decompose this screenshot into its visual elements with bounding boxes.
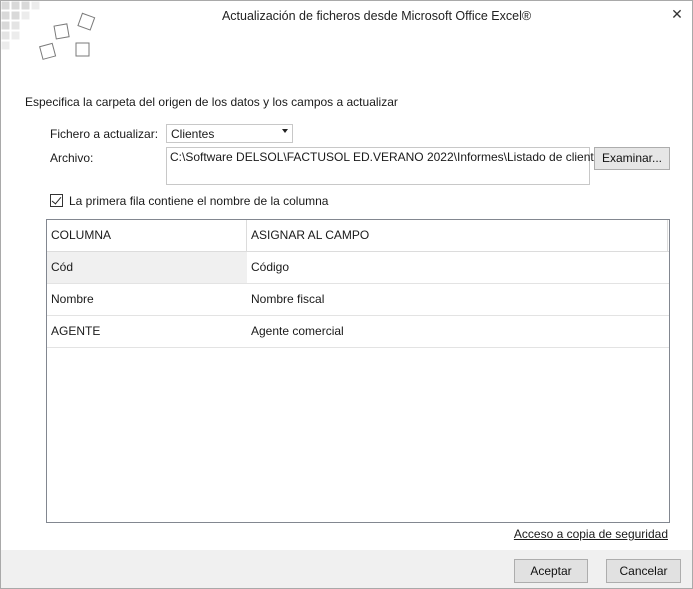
backup-access-link[interactable]: Acceso a copia de seguridad	[514, 527, 668, 541]
field-mapping-grid[interactable]: COLUMNA ASIGNAR AL CAMPO Cód Código Nomb…	[46, 219, 670, 523]
grid-cell-columna[interactable]: Cód	[47, 252, 247, 283]
archivo-path-value: C:\Software DELSOL\FACTUSOL ED.VERANO 20…	[170, 150, 633, 164]
grid-cell-columna[interactable]: Nombre	[47, 284, 247, 315]
close-icon[interactable]: ✕	[668, 5, 686, 23]
fichero-dropdown[interactable]: Clientes	[166, 124, 293, 143]
dialog-footer	[1, 550, 692, 588]
section-instruction: Especifica la carpeta del origen de los …	[25, 95, 398, 109]
grid-cell-columna[interactable]: AGENTE	[47, 316, 247, 347]
archivo-label: Archivo:	[50, 151, 94, 165]
archivo-path-field[interactable]: C:\Software DELSOL\FACTUSOL ED.VERANO 20…	[166, 147, 632, 185]
fichero-label: Fichero a actualizar:	[50, 127, 159, 141]
table-row[interactable]: Cód Código	[47, 252, 669, 284]
grid-header-row: COLUMNA ASIGNAR AL CAMPO	[47, 220, 669, 252]
table-row[interactable]: AGENTE Agente comercial	[47, 316, 669, 348]
first-row-checkbox-label: La primera fila contiene el nombre de la…	[69, 194, 329, 208]
first-row-checkbox[interactable]	[50, 194, 63, 207]
chevron-down-icon	[282, 129, 288, 133]
browse-button[interactable]: Examinar...	[594, 147, 670, 170]
accept-button[interactable]: Aceptar	[514, 559, 588, 583]
dialog-window: Actualización de ficheros desde Microsof…	[0, 0, 693, 589]
table-row[interactable]: Nombre Nombre fiscal	[47, 284, 669, 316]
logo-icon	[1, 1, 96, 60]
grid-cell-campo[interactable]: Agente comercial	[247, 316, 669, 347]
cancel-button[interactable]: Cancelar	[606, 559, 681, 583]
column-header-asignar[interactable]: ASIGNAR AL CAMPO	[247, 220, 668, 251]
window-title: Actualización de ficheros desde Microsof…	[221, 9, 532, 23]
checkmark-icon	[51, 194, 62, 205]
grid-cell-campo[interactable]: Código	[247, 252, 669, 283]
column-header-columna[interactable]: COLUMNA	[47, 220, 247, 251]
grid-cell-campo[interactable]: Nombre fiscal	[247, 284, 669, 315]
fichero-selected-value: Clientes	[171, 127, 215, 141]
